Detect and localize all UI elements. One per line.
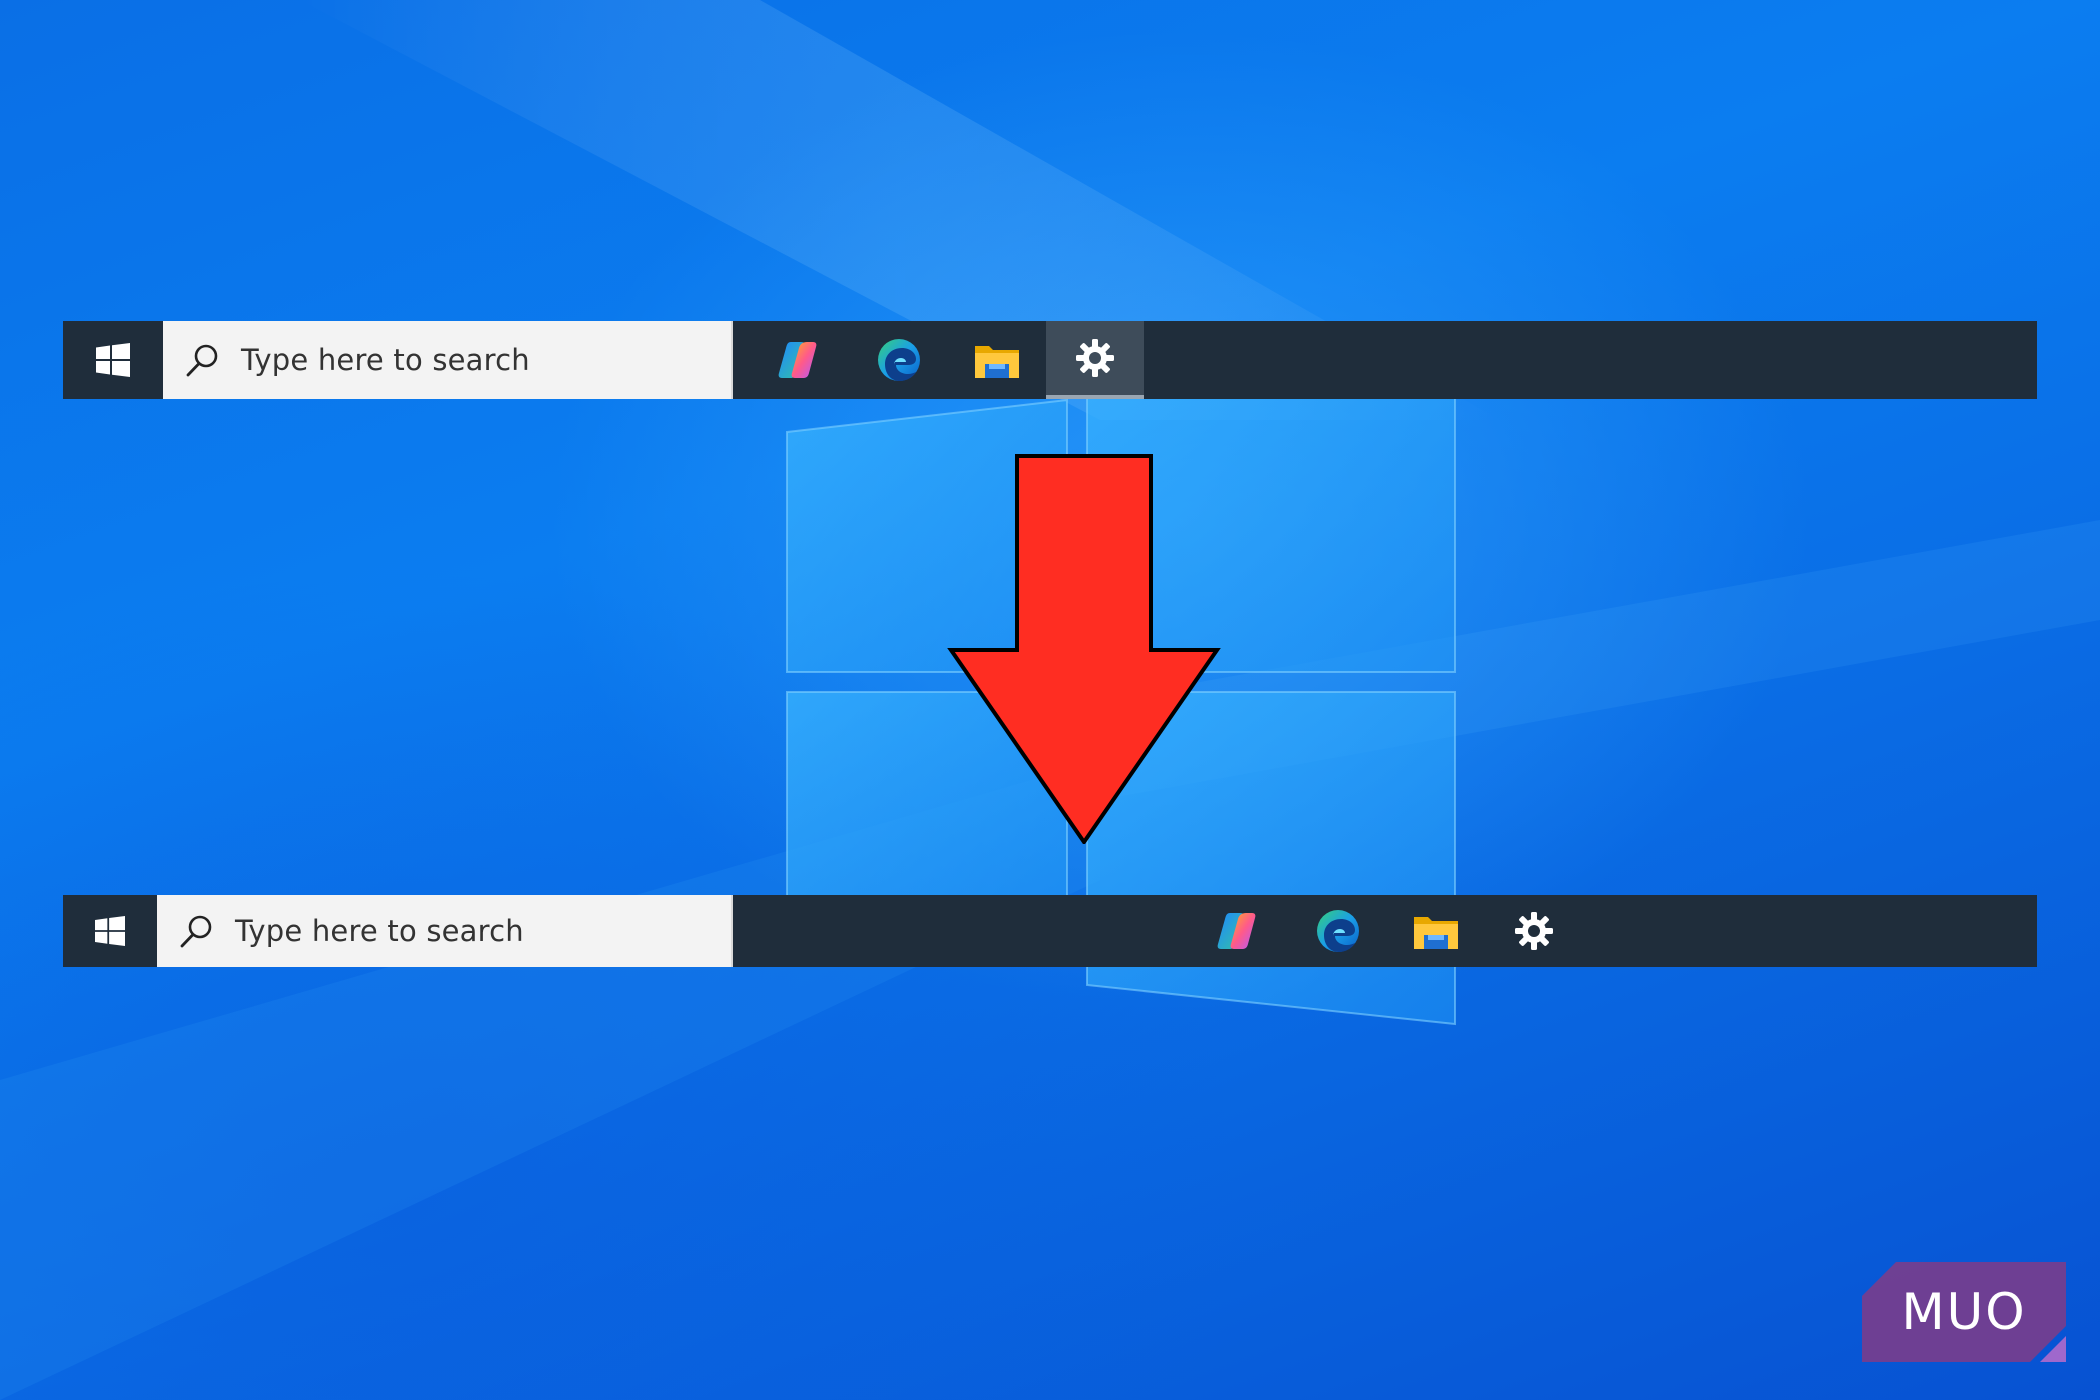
copilot-icon (778, 342, 817, 378)
windows-start-icon (95, 916, 125, 946)
copilot-icon (1217, 913, 1256, 949)
taskbar-app-settings[interactable] (1485, 895, 1583, 967)
taskbar-top: Type here to search (63, 321, 2037, 399)
start-button[interactable] (63, 321, 163, 399)
search-icon (185, 342, 221, 378)
pinned-apps (752, 321, 1144, 399)
file-explorer-icon (1414, 917, 1458, 949)
search-box[interactable]: Type here to search (157, 895, 733, 967)
desktop: Type here to search Type here to search … (0, 0, 2100, 1400)
taskbar-app-edge[interactable] (1289, 895, 1387, 967)
search-box[interactable]: Type here to search (163, 321, 733, 399)
search-placeholder: Type here to search (241, 343, 530, 377)
taskbar-app-file-explorer[interactable] (948, 321, 1046, 399)
down-arrow-graphic (947, 454, 1221, 844)
muo-watermark-text: MUO (1901, 1283, 2027, 1341)
taskbar-app-edge[interactable] (850, 321, 948, 399)
taskbar-app-copilot[interactable] (1191, 895, 1289, 967)
settings-icon (1076, 339, 1114, 377)
taskbar-bottom: Type here to search (63, 895, 2037, 967)
start-button[interactable] (63, 895, 157, 967)
settings-icon (1515, 912, 1553, 950)
taskbar-app-settings[interactable] (1046, 321, 1144, 399)
edge-icon (1317, 910, 1359, 952)
windows-start-icon (96, 343, 130, 377)
search-placeholder: Type here to search (235, 914, 524, 948)
pinned-apps-centered (1191, 895, 1583, 967)
taskbar-app-copilot[interactable] (752, 321, 850, 399)
search-icon (179, 913, 215, 949)
file-explorer-icon (975, 346, 1019, 378)
taskbar-app-file-explorer[interactable] (1387, 895, 1485, 967)
edge-icon (878, 339, 920, 381)
